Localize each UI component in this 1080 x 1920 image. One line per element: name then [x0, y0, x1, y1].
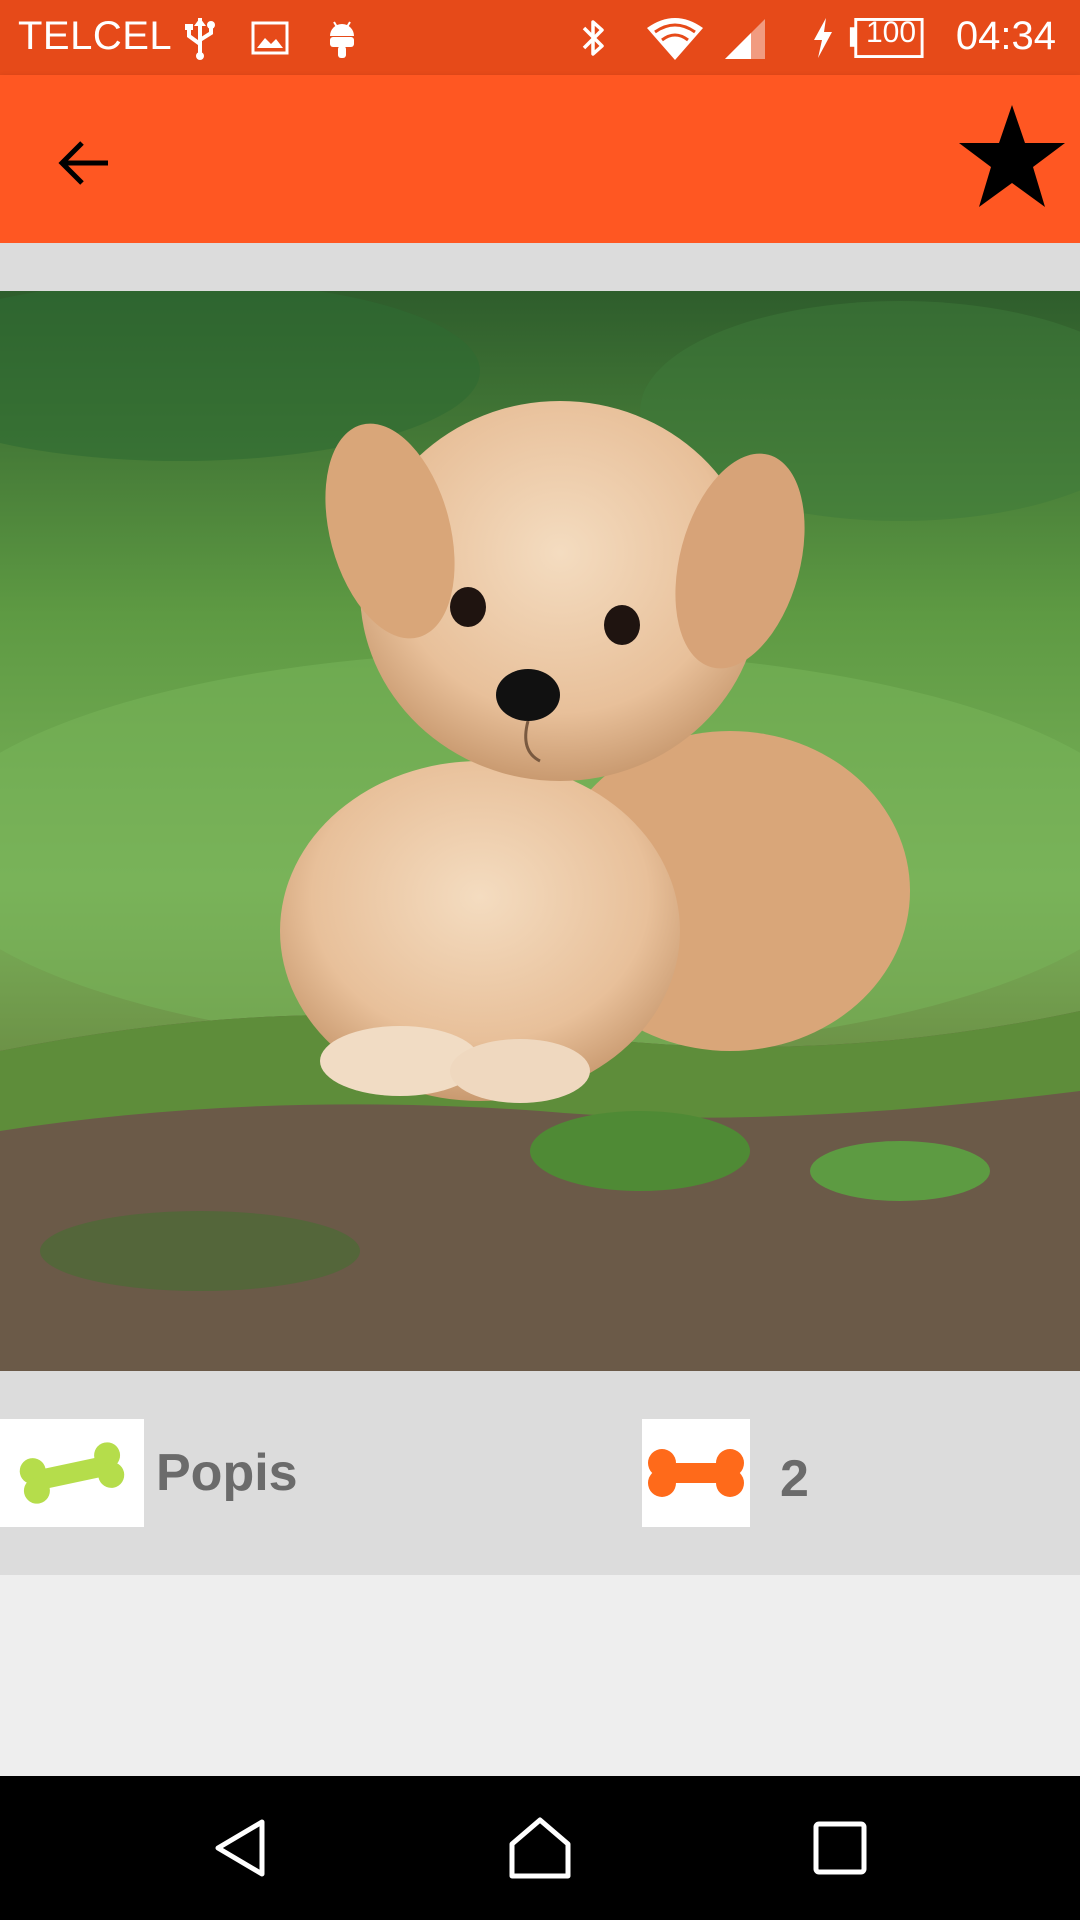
screen: TELCEL 100 04:34 Popis 2	[0, 0, 1080, 1920]
battery-level: 100	[866, 16, 917, 49]
nav-home-icon	[509, 1817, 571, 1879]
usb-icon	[180, 0, 220, 75]
pet-info-row: Popis 2	[0, 1371, 1080, 1575]
puppy-image	[0, 291, 1080, 1371]
charging-icon	[808, 0, 838, 75]
clock: 04:34	[955, 14, 1056, 58]
nav-back-icon	[215, 1819, 265, 1877]
bone-icon	[648, 1449, 744, 1497]
star-icon	[959, 105, 1065, 207]
arrow-left-icon	[58, 141, 108, 185]
bluetooth-icon	[576, 0, 612, 75]
bone-thumbnail-left	[0, 1419, 144, 1527]
pet-name: Popis	[156, 1444, 298, 1502]
android-icon	[322, 0, 362, 75]
carrier-label: TELCEL	[18, 14, 173, 58]
back-button[interactable]	[48, 127, 120, 199]
nav-recents-button[interactable]	[790, 1798, 890, 1898]
bone-icon	[19, 1442, 125, 1504]
image-icon	[250, 0, 290, 75]
nav-home-button[interactable]	[490, 1798, 590, 1898]
nav-back-button[interactable]	[192, 1798, 292, 1898]
favorite-button[interactable]	[952, 97, 1072, 217]
bone-count: 2	[780, 1450, 809, 1508]
top-spacer	[0, 243, 1080, 291]
wifi-icon	[642, 0, 708, 75]
signal-icon	[720, 0, 770, 75]
app-bar	[0, 75, 1080, 243]
nav-recents-icon	[813, 1821, 867, 1875]
bone-thumbnail-right	[642, 1419, 750, 1527]
battery-icon: 100	[846, 0, 926, 75]
navigation-bar	[0, 1776, 1080, 1920]
pet-photo	[0, 291, 1080, 1371]
status-bar: TELCEL 100 04:34	[0, 0, 1080, 75]
